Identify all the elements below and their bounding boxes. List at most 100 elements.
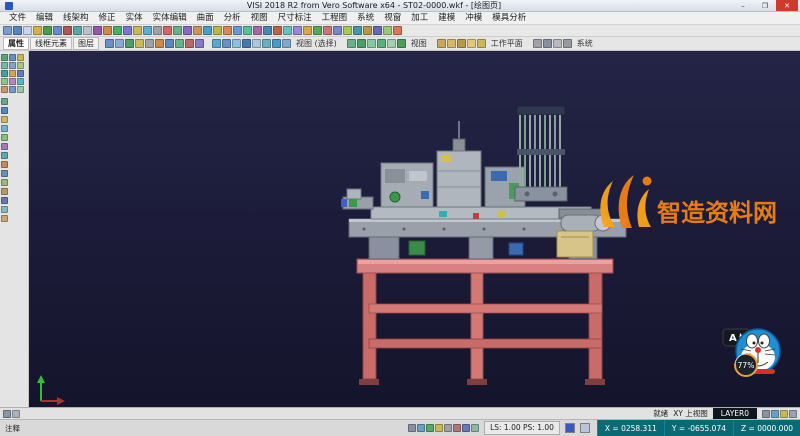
menu-item[interactable]: 视图 — [246, 12, 273, 24]
toolbar-icon[interactable] — [387, 39, 396, 48]
toolbar-icon[interactable] — [9, 78, 16, 85]
panel-tab[interactable]: 线框元素 — [30, 37, 72, 50]
toolbar-icon[interactable] — [357, 39, 366, 48]
toolbar-icon[interactable] — [373, 26, 382, 35]
toolbar-icon[interactable] — [3, 26, 12, 35]
toolbar-icon[interactable] — [9, 62, 16, 69]
toolbar-icon[interactable] — [9, 70, 16, 77]
menu-item[interactable]: 模具分析 — [487, 12, 531, 24]
toolbar-icon[interactable] — [165, 39, 174, 48]
toolbar-icon[interactable] — [347, 39, 356, 48]
toolbar-icon[interactable] — [113, 26, 122, 35]
toolbar-icon[interactable] — [1, 197, 8, 204]
menu-item[interactable]: 建模 — [433, 12, 460, 24]
toolbar-icon[interactable] — [1, 54, 8, 61]
minimize-button[interactable]: – — [732, 0, 754, 11]
toolbar-icon[interactable] — [1, 206, 8, 213]
toolbar-icon[interactable] — [252, 39, 261, 48]
toolbar-icon[interactable] — [23, 26, 32, 35]
toolbar-icon[interactable] — [43, 26, 52, 35]
toolbar-icon[interactable] — [363, 26, 372, 35]
close-button[interactable]: ✕ — [776, 0, 798, 11]
menu-item[interactable]: 分析 — [219, 12, 246, 24]
toolbar-icon[interactable] — [272, 39, 281, 48]
fill-color-swatch[interactable] — [580, 423, 590, 433]
menu-item[interactable]: 曲面 — [192, 12, 219, 24]
toolbar-icon[interactable] — [1, 86, 8, 93]
toolbar-icon[interactable] — [563, 39, 572, 48]
toolbar-icon[interactable] — [553, 39, 562, 48]
toolbar-icon[interactable] — [83, 26, 92, 35]
toolbar-icon[interactable] — [437, 39, 446, 48]
toolbar-icon[interactable] — [93, 26, 102, 35]
toolbar-icon[interactable] — [533, 39, 542, 48]
toolbar-icon[interactable] — [262, 39, 271, 48]
menu-item[interactable]: 尺寸标注 — [273, 12, 317, 24]
toolbar-icon[interactable] — [426, 424, 434, 432]
toolbar-icon[interactable] — [1, 134, 8, 141]
toolbar-icon[interactable] — [163, 26, 172, 35]
menu-item[interactable]: 修正 — [94, 12, 121, 24]
toolbar-icon[interactable] — [543, 39, 552, 48]
toolbar-icon[interactable] — [333, 26, 342, 35]
toolbar-icon[interactable] — [293, 26, 302, 35]
toolbar-icon[interactable] — [213, 26, 222, 35]
toolbar-icon[interactable] — [1, 161, 8, 168]
toolbar-icon[interactable] — [125, 39, 134, 48]
toolbar-icon[interactable] — [233, 26, 242, 35]
toolbar-icon[interactable] — [462, 424, 470, 432]
toolbar-icon[interactable] — [103, 26, 112, 35]
maximize-button[interactable]: ❐ — [754, 0, 776, 11]
toolbar-icon[interactable] — [273, 26, 282, 35]
toolbar-icon[interactable] — [1, 78, 8, 85]
toolbar-icon[interactable] — [283, 26, 292, 35]
menu-item[interactable]: 加工 — [406, 12, 433, 24]
toolbar-icon[interactable] — [9, 54, 16, 61]
line-color-swatch[interactable] — [565, 423, 575, 433]
zoom-badge[interactable]: 77% — [735, 354, 757, 376]
machine-model[interactable] — [341, 106, 626, 385]
toolbar-icon[interactable] — [155, 39, 164, 48]
toolbar-icon[interactable] — [17, 86, 24, 93]
toolbar-icon[interactable] — [222, 39, 231, 48]
toolbar-icon[interactable] — [447, 39, 456, 48]
toolbar-icon[interactable] — [17, 78, 24, 85]
menu-item[interactable]: 实体 — [121, 12, 148, 24]
toolbar-icon[interactable] — [73, 26, 82, 35]
toolbar-icon[interactable] — [444, 424, 452, 432]
toolbar-icon[interactable] — [223, 26, 232, 35]
toolbar-icon[interactable] — [343, 26, 352, 35]
toolbar-icon[interactable] — [242, 39, 251, 48]
toolbar-icon[interactable] — [377, 39, 386, 48]
toolbar-icon[interactable] — [1, 188, 8, 195]
panel-tab[interactable]: 图层 — [73, 37, 99, 50]
toolbar-icon[interactable] — [232, 39, 241, 48]
toolbar-icon[interactable] — [453, 424, 461, 432]
status-workplane[interactable]: XY 上视图 — [673, 408, 708, 419]
toolbar-icon[interactable] — [193, 26, 202, 35]
toolbar-icon[interactable] — [212, 39, 221, 48]
toolbar-icon[interactable] — [303, 26, 312, 35]
toolbar-icon[interactable] — [780, 410, 788, 418]
toolbar-icon[interactable] — [183, 26, 192, 35]
toolbar-icon[interactable] — [417, 424, 425, 432]
toolbar-icon[interactable] — [3, 410, 11, 418]
toolbar-icon[interactable] — [477, 39, 486, 48]
toolbar-icon[interactable] — [762, 410, 770, 418]
toolbar-icon[interactable] — [135, 39, 144, 48]
toolbar-icon[interactable] — [9, 86, 16, 93]
toolbar-icon[interactable] — [133, 26, 142, 35]
toolbar-icon[interactable] — [123, 26, 132, 35]
toolbar-icon[interactable] — [1, 143, 8, 150]
toolbar-icon[interactable] — [1, 107, 8, 114]
toolbar-icon[interactable] — [1, 98, 8, 105]
toolbar-icon[interactable] — [313, 26, 322, 35]
toolbar-icon[interactable] — [53, 26, 62, 35]
toolbar-icon[interactable] — [383, 26, 392, 35]
toolbar-icon[interactable] — [1, 116, 8, 123]
toolbar-icon[interactable] — [185, 39, 194, 48]
toolbar-icon[interactable] — [323, 26, 332, 35]
panel-tab[interactable]: 属性 — [3, 37, 29, 50]
toolbar-icon[interactable] — [17, 62, 24, 69]
toolbar-icon[interactable] — [471, 424, 479, 432]
